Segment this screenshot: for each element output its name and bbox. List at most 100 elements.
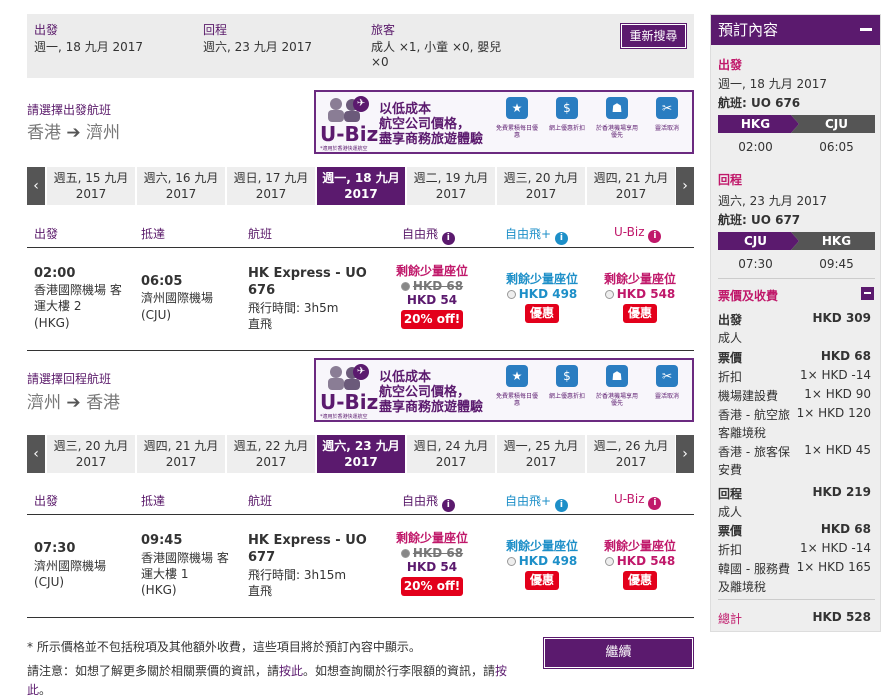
- fare-new-price: HKD 54: [406, 560, 458, 574]
- fare-info-link[interactable]: 按此: [279, 664, 303, 678]
- dep-code: (CJU): [34, 575, 65, 589]
- fare-radio[interactable]: [506, 557, 516, 566]
- banner-line-1: 以低成本: [379, 370, 432, 385]
- route-to: HKG: [821, 234, 852, 248]
- date-year: 2017: [255, 455, 287, 469]
- booking-summary-sidebar: 預訂內容 出發 週一, 18 九月 2017 航班: UO 676 HKG CJ…: [710, 14, 881, 632]
- research-button[interactable]: 重新搜尋: [620, 23, 687, 49]
- inbound-date-2[interactable]: 週五, 22 九月 2017: [227, 435, 315, 473]
- sidebar-title: 預訂內容: [718, 21, 779, 39]
- plane-icon: ✈: [353, 96, 369, 112]
- fees-depart-fare-label: 票價: [718, 351, 743, 365]
- col-fare-2: 自由飛+ i: [505, 225, 568, 245]
- arr-code: (CJU): [141, 308, 172, 322]
- banner-line-2: 航空公司價格，: [379, 385, 471, 400]
- inbound-date-1[interactable]: 週四, 21 九月 2017: [137, 435, 225, 473]
- continue-button[interactable]: 繼續: [543, 637, 694, 669]
- outbound-prev-date-arrow[interactable]: ‹: [27, 167, 45, 205]
- outbound-section-title: 請選擇出發航班: [27, 103, 112, 117]
- col-fare-1: 自由飛 i: [402, 492, 455, 512]
- date-year: 2017: [255, 187, 287, 201]
- discount-ticket-icon: $: [556, 97, 578, 119]
- date-day: 週一, 25 九月: [503, 439, 579, 453]
- fee-row-name: 折扣: [718, 370, 743, 384]
- fare-radio[interactable]: [506, 290, 516, 299]
- col-fare-2: 自由飛+ i: [505, 492, 568, 512]
- banner-benefit-1-text: 免費累積每日優惠: [495, 125, 538, 139]
- priority-checkin-icon: ☗: [606, 365, 628, 387]
- sidebar-depart-flight: 航班: UO 676: [718, 96, 801, 110]
- sidebar-return-label: 回程: [718, 173, 743, 187]
- ubiz-banner-2[interactable]: ✈ U-Biz *適用於香港快運航空 以低成本 航空公司價格， 盡享商務旅遊體驗…: [314, 358, 694, 422]
- fare-3-option[interactable]: 剩餘少量座位 HKD 548 優惠: [590, 270, 690, 323]
- outbound-date-2[interactable]: 週日, 17 九月 2017: [227, 167, 315, 205]
- fare-seats: 剩餘少量座位: [505, 539, 578, 553]
- inbound-prev-date-arrow[interactable]: ‹: [27, 435, 45, 473]
- total-label: 總計: [718, 612, 743, 626]
- fees-depart-total: HKD 309: [812, 311, 871, 325]
- banner-line-1: 以低成本: [379, 102, 432, 117]
- ubiz-banner[interactable]: ✈ U-Biz *適用於香港快運航空 以低成本 航空公司價格， 盡享商務旅遊體驗…: [314, 90, 694, 154]
- summary-depart-label: 出發: [34, 23, 59, 37]
- inbound-date-6[interactable]: 週二, 26 九月 2017: [587, 435, 675, 473]
- outbound-date-5[interactable]: 週三, 20 九月 2017: [497, 167, 585, 205]
- divider: [718, 278, 875, 279]
- outbound-date-6[interactable]: 週四, 21 九月 2017: [587, 167, 675, 205]
- fee-row-name: 香港 - 旅客保: [718, 445, 790, 459]
- outbound-date-4[interactable]: 週二, 19 九月 2017: [407, 167, 495, 205]
- inbound-next-date-arrow[interactable]: ›: [676, 435, 694, 473]
- fare-1-option[interactable]: 剩餘少量座位 HKD 68 HKD 54 20% off!: [382, 529, 482, 596]
- date-year: 2017: [165, 187, 197, 201]
- offer-badge: 優惠: [623, 571, 657, 590]
- fare-2-option[interactable]: 剩餘少量座位 HKD 498 優惠: [492, 537, 592, 590]
- fee-row-value: 1× HKD 45: [804, 443, 871, 457]
- fare-2-option[interactable]: 剩餘少量座位 HKD 498 優惠: [492, 270, 592, 323]
- flexible-change-icon: ✂: [656, 365, 678, 387]
- info-icon[interactable]: i: [441, 499, 455, 512]
- fee-row-name-2: 安費: [718, 463, 743, 477]
- plane-icon: ✈: [353, 364, 369, 380]
- duration: 飛行時間: 3h15m: [248, 568, 347, 582]
- inbound-date-5[interactable]: 週一, 25 九月 2017: [497, 435, 585, 473]
- info-icon[interactable]: i: [648, 230, 662, 243]
- date-day: 週日, 17 九月: [233, 171, 309, 185]
- info-icon[interactable]: i: [554, 499, 568, 512]
- outbound-date-1[interactable]: 週六, 16 九月 2017: [137, 167, 225, 205]
- fee-row-value: 1× HKD -14: [799, 541, 871, 555]
- fare-radio[interactable]: [604, 557, 614, 566]
- date-year: 2017: [75, 455, 107, 469]
- fare-3-option[interactable]: 剩餘少量座位 HKD 548 優惠: [590, 537, 690, 590]
- fare-1-option[interactable]: 剩餘少量座位 HKD 68 HKD 54 20% off!: [382, 262, 482, 329]
- fare-3-label: U-Biz: [614, 225, 645, 239]
- summary-pax-value: 成人 ×1, 小童 ×0, 嬰兒: [371, 40, 502, 54]
- fare-1-label: 自由飛: [402, 227, 439, 241]
- fees-return-label: 回程: [718, 487, 743, 501]
- fare-radio[interactable]: [400, 549, 410, 558]
- info-icon[interactable]: i: [648, 497, 662, 510]
- fare-radio[interactable]: [400, 282, 410, 291]
- fees-depart-label: 出發: [718, 313, 743, 327]
- fare-seats: 剩餘少量座位: [395, 264, 468, 278]
- outbound-date-3-selected[interactable]: 週一, 18 九月 2017: [317, 167, 405, 205]
- dep-airport-2: 運大樓 2: [34, 299, 82, 313]
- route-from: HKG: [740, 117, 771, 131]
- inbound-section-title: 請選擇回程航班: [27, 372, 112, 386]
- inbound-date-4[interactable]: 週日, 24 九月 2017: [407, 435, 495, 473]
- collapse-icon[interactable]: [860, 28, 872, 31]
- outbound-date-0[interactable]: 週五, 15 九月 2017: [47, 167, 135, 205]
- outbound-route: 香港 ➔ 濟州: [27, 118, 120, 143]
- collapse-fees-icon[interactable]: [861, 287, 874, 300]
- col-depart: 出發: [34, 494, 59, 508]
- info-note-text-2: 。如想查詢關於行李限額的資訊，請: [303, 664, 496, 678]
- sidebar-depart-date: 週一, 18 九月 2017: [718, 77, 828, 91]
- info-icon[interactable]: i: [554, 232, 568, 245]
- banner-brand: U-Biz: [320, 122, 379, 146]
- inbound-date-0[interactable]: 週三, 20 九月 2017: [47, 435, 135, 473]
- fare-radio[interactable]: [604, 290, 614, 299]
- info-icon[interactable]: i: [441, 232, 455, 245]
- divider: [27, 617, 694, 618]
- col-fare-1: 自由飛 i: [402, 225, 455, 245]
- inbound-from: 濟州: [27, 393, 61, 413]
- inbound-date-3-selected[interactable]: 週六, 23 九月 2017: [317, 435, 405, 473]
- outbound-next-date-arrow[interactable]: ›: [676, 167, 694, 205]
